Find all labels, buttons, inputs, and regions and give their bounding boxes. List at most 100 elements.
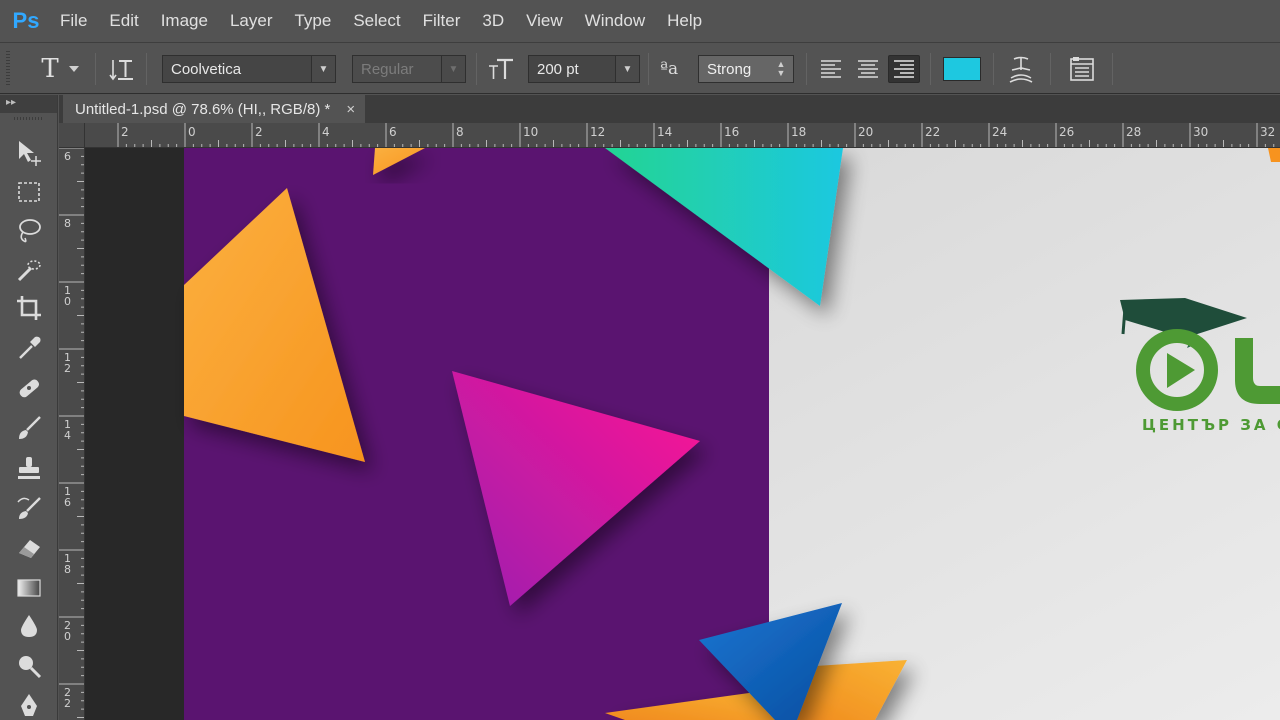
gradient-tool-button[interactable] (12, 571, 46, 605)
document-tab-title: Untitled-1.psd @ 78.6% (HI,, RGB/8) * (75, 100, 331, 118)
document-tab[interactable]: Untitled-1.psd @ 78.6% (HI,, RGB/8) * × (63, 95, 366, 123)
text-color-swatch[interactable] (943, 57, 981, 81)
toggle-text-orientation-button[interactable] (104, 53, 138, 85)
quick-selection-tool-button[interactable] (12, 253, 46, 287)
document-canvas[interactable]: ЦЕНТЪР ЗА С (85, 148, 1280, 720)
tools-panel-header[interactable]: ▸▸ (0, 95, 57, 113)
marquee-tool-button[interactable] (12, 175, 46, 209)
font-style-value: Regular (361, 60, 414, 78)
menu-select[interactable]: Select (345, 0, 408, 42)
crop-tool-button[interactable] (12, 291, 46, 325)
move-tool-button[interactable] (12, 135, 46, 169)
pen-icon (21, 694, 37, 716)
warp-text-button[interactable] (1004, 53, 1038, 85)
clone-stamp-tool-button[interactable] (12, 451, 46, 485)
menu-edit[interactable]: Edit (101, 0, 146, 42)
crop-icon (17, 296, 41, 320)
menu-type[interactable]: Type (286, 0, 339, 42)
character-panel-button[interactable] (1064, 53, 1100, 85)
eraser-icon (19, 540, 40, 558)
ruler-label: 10 (523, 125, 538, 139)
align-right-button[interactable] (888, 55, 920, 83)
ruler-label: 6 (389, 125, 397, 139)
dodge-tool-button[interactable] (12, 649, 46, 683)
text-orientation-icon (109, 60, 133, 81)
close-icon[interactable]: × (346, 101, 355, 118)
blur-tool-button[interactable] (12, 609, 46, 643)
tools-panel-grip[interactable] (13, 117, 44, 120)
font-size-value: 200 pt (537, 60, 579, 78)
menu-layer[interactable]: Layer (222, 0, 281, 42)
healing-brush-tool-button[interactable] (12, 371, 46, 405)
horizontal-ruler-ticks: 2 0 2 4 6 8 10 12 14 16 18 20 22 24 26 28 30 32 (117, 123, 1275, 147)
antialias-value: Strong (707, 60, 752, 78)
ruler-label: 6 (64, 496, 71, 509)
water-drop-icon (21, 615, 37, 637)
menu-list: File Edit Image Layer Type Select Filter… (52, 0, 716, 42)
eraser-tool-button[interactable] (12, 531, 46, 565)
chevron-down-icon: ▼ (615, 56, 639, 82)
menu-bar: Ps File Edit Image Layer Type Select Fil… (0, 0, 1280, 42)
lasso-tool-button[interactable] (12, 213, 46, 247)
menu-image[interactable]: Image (153, 0, 216, 42)
ruler-label: 4 (322, 125, 330, 139)
align-left-button[interactable] (815, 55, 847, 83)
font-family-value: Coolvetica (171, 60, 242, 78)
ruler-label: 2 (64, 697, 71, 710)
eyedropper-tool-button[interactable] (12, 331, 46, 365)
ruler-label: 16 (724, 125, 739, 139)
options-separator (993, 53, 994, 85)
options-separator (806, 53, 807, 85)
canvas-area[interactable]: ЦЕНТЪР ЗА С (85, 148, 1280, 720)
warp-text-icon (1009, 56, 1033, 83)
panel-icon (1070, 57, 1094, 81)
magnifier-icon (19, 656, 42, 679)
ruler-label: 2 (121, 125, 129, 139)
ruler-label: 28 (1126, 125, 1141, 139)
menu-file[interactable]: File (52, 0, 95, 42)
ruler-label: 12 (590, 125, 605, 139)
ruler-label: 6 (64, 150, 71, 163)
type-tool-icon: T (41, 54, 59, 84)
bandage-icon (19, 379, 40, 398)
antialias-dropdown[interactable]: Strong ▲ ▼ (698, 55, 794, 83)
ruler-label: 8 (64, 563, 71, 576)
vertical-ruler[interactable]: 6810121416182022 (59, 148, 85, 720)
eyedropper-icon (19, 336, 41, 359)
menu-3d[interactable]: 3D (474, 0, 512, 42)
font-style-dropdown[interactable]: Regular ▼ (352, 55, 466, 83)
pen-tool-button[interactable] (12, 689, 46, 720)
brush-tool-button[interactable] (12, 411, 46, 445)
chevron-down-icon: ▼ (441, 56, 465, 82)
ruler-origin[interactable] (59, 123, 85, 148)
ruler-label: 4 (64, 429, 71, 442)
ruler-label: 2 (64, 362, 71, 375)
menu-help[interactable]: Help (659, 0, 710, 42)
marquee-icon (18, 182, 40, 202)
options-separator (930, 53, 931, 85)
options-bar-grip[interactable] (6, 51, 10, 87)
photoshop-logo: Ps (12, 8, 40, 33)
history-brush-icon (17, 497, 41, 519)
chevron-down-icon: ▼ (311, 56, 335, 82)
menu-view[interactable]: View (518, 0, 571, 42)
menu-window[interactable]: Window (577, 0, 653, 42)
ruler-label: 22 (925, 125, 940, 139)
font-size-icon (486, 55, 516, 83)
brush-icon (19, 416, 41, 439)
align-left-icon (821, 60, 841, 78)
align-center-button[interactable] (852, 55, 884, 83)
gradient-icon (17, 579, 41, 597)
font-family-dropdown[interactable]: Coolvetica ▼ (162, 55, 336, 83)
tool-preset-picker[interactable]: T (30, 53, 90, 85)
font-size-dropdown[interactable]: 200 pt ▼ (528, 55, 640, 83)
horizontal-ruler[interactable]: 2 0 2 4 6 8 10 12 14 16 18 20 22 24 26 28 30 32 (85, 123, 1280, 148)
history-brush-tool-button[interactable] (12, 491, 46, 525)
ruler-label: 8 (64, 217, 71, 230)
menu-filter[interactable]: Filter (415, 0, 469, 42)
ruler-label: 24 (992, 125, 1007, 139)
ruler-label: 26 (1059, 125, 1074, 139)
options-bar: T Coolvetica ▼ Regular ▼ 200 pt ▼ ªa Str… (0, 42, 1280, 94)
options-separator (476, 53, 477, 85)
options-separator (95, 53, 96, 85)
